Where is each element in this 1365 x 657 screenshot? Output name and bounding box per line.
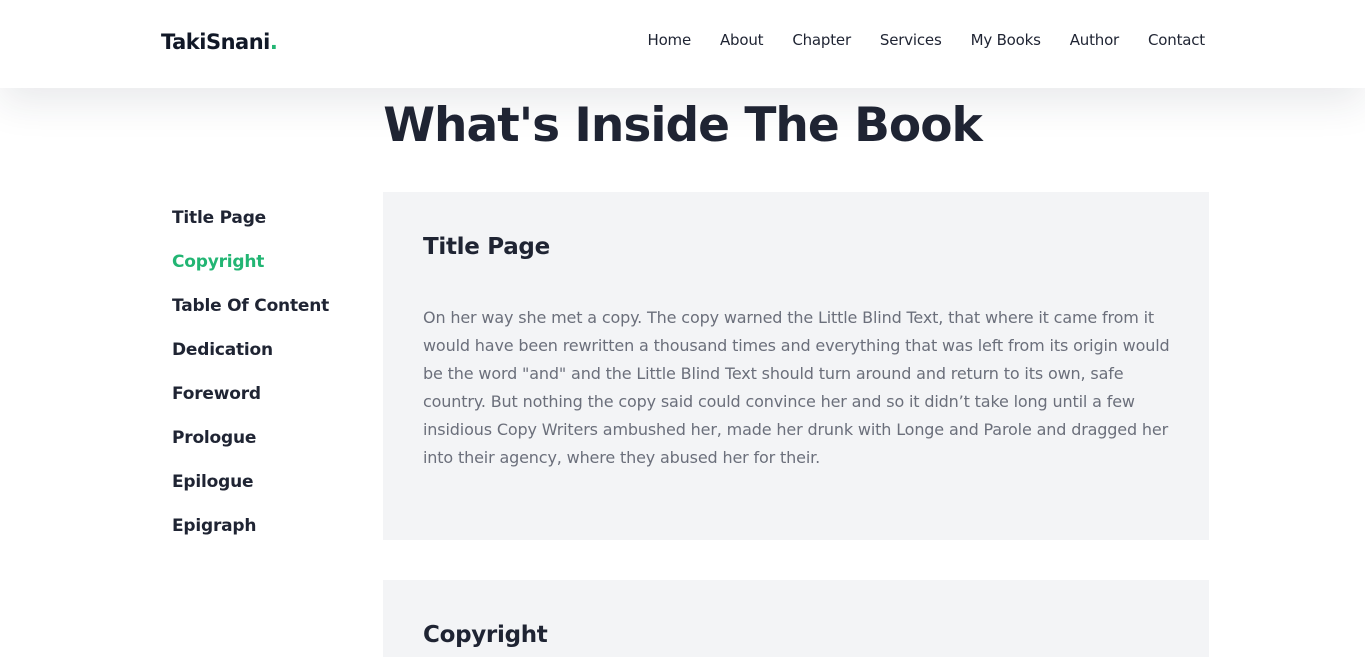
nav-home[interactable]: Home (647, 31, 691, 49)
section-body: On her way she met a copy. The copy warn… (423, 308, 1170, 467)
sidebar-item-table-of-content[interactable]: Table Of Content (172, 296, 372, 340)
nav-services[interactable]: Services (880, 31, 942, 49)
logo[interactable]: TakiSnani. (161, 30, 278, 54)
nav-my-books[interactable]: My Books (971, 31, 1041, 49)
sidebar-item-prologue[interactable]: Prologue (172, 428, 372, 472)
section-card-title-page: Title Page On her way she met a copy. Th… (383, 192, 1209, 540)
chapter-sidebar: Title Page Copyright Table Of Content De… (172, 208, 372, 560)
sidebar-item-dedication[interactable]: Dedication (172, 340, 372, 384)
nav-chapter[interactable]: Chapter (792, 31, 851, 49)
section-heading: Copyright (423, 622, 548, 648)
sidebar-item-foreword[interactable]: Foreword (172, 384, 372, 428)
nav-contact[interactable]: Contact (1148, 31, 1205, 49)
section-heading: Title Page (423, 234, 550, 260)
sidebar-item-epilogue[interactable]: Epilogue (172, 472, 372, 516)
sidebar-item-title-page[interactable]: Title Page (172, 208, 372, 252)
main-nav: Home About Chapter Services My Books Aut… (618, 31, 1205, 49)
page-title: What's Inside The Book (383, 98, 983, 153)
logo-dot: . (269, 30, 278, 54)
section-card-copyright: Copyright (383, 580, 1209, 657)
site-header: TakiSnani. Home About Chapter Services M… (0, 0, 1365, 88)
sidebar-item-epigraph[interactable]: Epigraph (172, 516, 372, 560)
logo-text: TakiSnani (161, 30, 270, 54)
nav-author[interactable]: Author (1070, 31, 1120, 49)
nav-about[interactable]: About (720, 31, 764, 49)
sidebar-item-copyright[interactable]: Copyright (172, 252, 372, 296)
